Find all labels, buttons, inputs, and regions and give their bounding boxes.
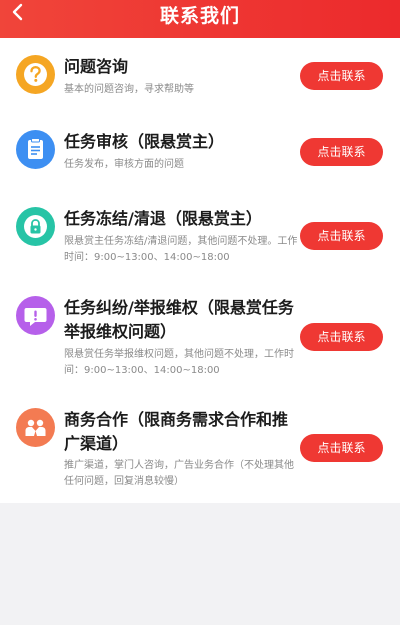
item-title: 商务合作（限商务需求合作和推广渠道） [64, 410, 289, 453]
question-icon [16, 55, 55, 94]
contact-button[interactable]: 点击联系 [300, 323, 383, 351]
document-icon [16, 130, 55, 169]
contact-button[interactable]: 点击联系 [300, 62, 383, 90]
item-desc: 推广渠道，掌门人咨询，广告业务合作（不处理其他任何问题，回复消息较慢） [64, 460, 294, 487]
contact-button[interactable]: 点击联系 [300, 434, 383, 462]
lock-icon [16, 207, 55, 246]
report-chat-icon [16, 296, 55, 335]
contact-list: 问题咨询 基本的问题咨询，寻求帮助等 点击联系 任务审核（限悬赏主） 任务发布，… [0, 38, 400, 503]
partners-icon [16, 408, 55, 447]
item-desc: 限悬赏任务举报维权问题，其他问题不处理，工作时间：9:00~13:00、14:0… [64, 349, 294, 376]
item-title: 问题咨询 [64, 57, 129, 76]
page-title: 联系我们 [159, 5, 240, 27]
item-title: 任务审核（限悬赏主） [64, 132, 225, 151]
header-bar: 联系我们 [0, 0, 400, 38]
contact-button[interactable]: 点击联系 [300, 138, 383, 166]
item-desc: 基本的问题咨询，寻求帮助等 [64, 84, 194, 95]
item-title: 任务冻结/清退（限悬赏主） [64, 209, 262, 228]
item-desc: 任务发布，审核方面的问题 [64, 159, 184, 170]
item-title: 任务纠纷/举报维权（限悬赏任务举报维权问题） [64, 298, 294, 341]
contact-button[interactable]: 点击联系 [300, 222, 383, 250]
item-desc: 限悬赏主任务冻结/清退问题，其他问题不处理。工作时间：9:00~13:00、14… [64, 236, 298, 263]
